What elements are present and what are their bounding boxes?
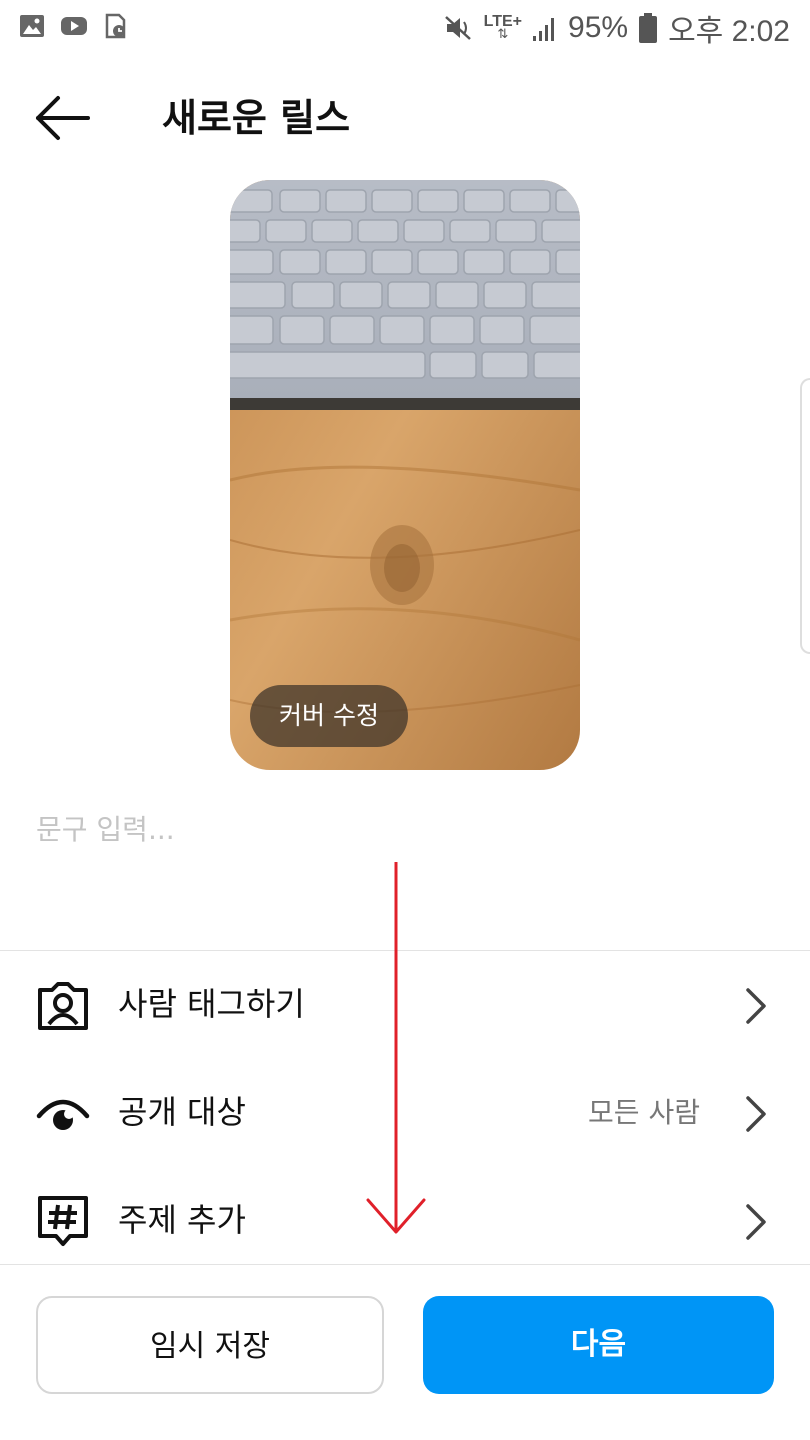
option-label: 공개 대상	[118, 1093, 246, 1131]
gallery-icon	[20, 15, 44, 37]
hashtag-icon	[38, 1196, 88, 1246]
option-label: 사람 태그하기	[118, 985, 305, 1023]
file-clock-icon	[105, 13, 126, 39]
caption-input[interactable]	[36, 808, 776, 918]
option-label: 주제 추가	[118, 1201, 246, 1239]
mute-icon	[444, 16, 471, 40]
status-right: LTE+ ⇅ 95% 오후 2:02	[444, 8, 790, 48]
chevron-right-icon	[746, 1096, 766, 1132]
audience-eye-icon	[36, 1099, 90, 1130]
page-title: 새로운 릴스	[162, 96, 351, 140]
clock: 오후 2:02	[668, 15, 790, 48]
edit-cover-button[interactable]: 커버 수정	[250, 685, 408, 747]
status-left-icons	[18, 12, 130, 40]
option-add-topic[interactable]: 주제 추가	[0, 1170, 810, 1270]
arrow-left-icon	[36, 96, 90, 140]
youtube-icon	[61, 17, 87, 35]
cover-image	[230, 180, 580, 770]
chevron-right-icon	[746, 988, 766, 1024]
reel-cover-preview[interactable]: 커버 수정	[230, 180, 580, 770]
save-draft-button[interactable]: 임시 저장	[36, 1296, 384, 1394]
option-audience[interactable]: 공개 대상 모든 사람	[0, 1062, 810, 1162]
status-bar: LTE+ ⇅ 95% 오후 2:02	[0, 0, 810, 56]
option-value: 모든 사람	[588, 1096, 700, 1129]
battery-icon	[639, 13, 658, 43]
side-scroll-indicator	[800, 378, 810, 654]
tag-people-icon	[38, 982, 88, 1030]
next-button[interactable]: 다음	[423, 1296, 774, 1394]
option-tag-people[interactable]: 사람 태그하기	[0, 954, 810, 1054]
chevron-right-icon	[746, 1204, 766, 1240]
app-header: 새로운 릴스	[0, 70, 810, 166]
divider-bottom	[0, 1264, 810, 1265]
divider-top	[0, 950, 810, 951]
signal-icon	[533, 18, 555, 41]
network-type: LTE+ ⇅	[483, 13, 523, 42]
battery-percent: 95%	[568, 11, 629, 44]
back-button[interactable]	[30, 92, 94, 144]
